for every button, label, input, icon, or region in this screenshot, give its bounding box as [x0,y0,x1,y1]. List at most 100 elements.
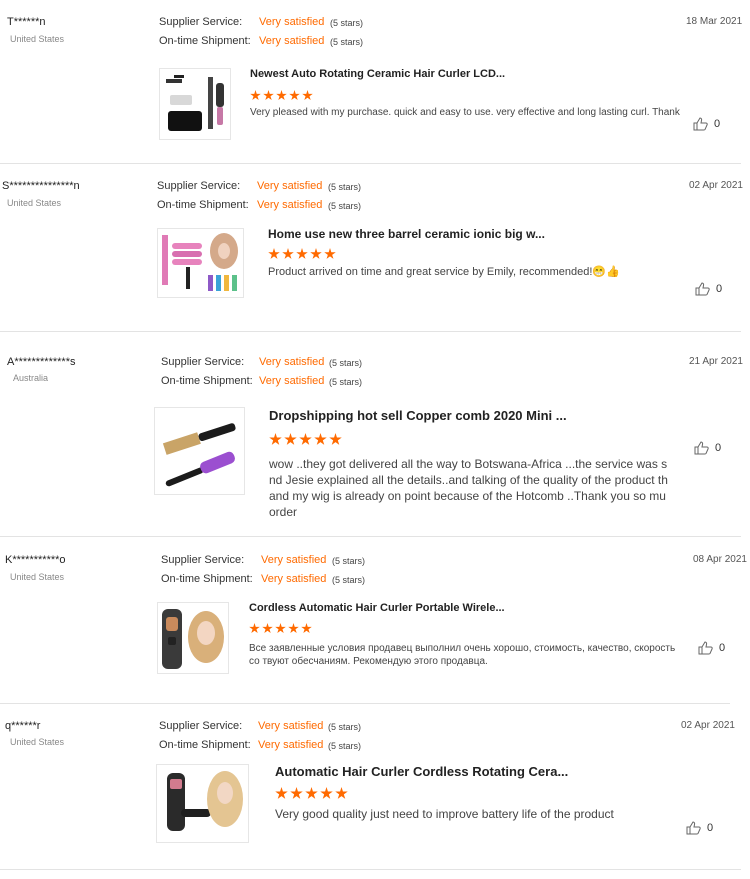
star-icon [282,248,294,259]
supplier-service-value: Very satisfied [261,554,327,566]
supplier-service-value: Very satisfied [259,16,325,28]
like-button[interactable]: 0 [694,441,721,455]
star-icon [275,623,286,634]
like-count: 0 [716,283,723,295]
like-count: 0 [715,442,722,454]
ontime-shipment-stars: (5 stars) [332,575,366,585]
supplier-service-label: Supplier Service: [159,16,243,28]
review-text: Все заявленные условия продавец выполнил… [249,643,676,667]
star-rating [269,433,342,446]
review-divider [0,331,741,332]
star-rating [250,90,313,101]
review-divider [0,536,741,537]
thumbs-up-icon [698,641,713,655]
ontime-shipment-stars: (5 stars) [329,377,363,387]
supplier-service-stars: (5 stars) [328,722,362,732]
supplier-service-stars: (5 stars) [328,182,362,192]
product-title-link[interactable]: Cordless Automatic Hair Curler Portable … [249,602,509,614]
reviewer-country: United States [10,34,65,44]
thumbs-up-icon [695,282,710,296]
reviewer-name: K***********o [5,554,66,566]
review-text: Very pleased with my purchase. quick and… [250,107,682,118]
product-title-link[interactable]: Home use new three barrel ceramic ionic … [268,227,568,241]
supplier-service-value: Very satisfied [258,720,324,732]
star-icon [302,90,313,101]
product-title-link[interactable]: Dropshipping hot sell Copper comb 2020 M… [269,408,589,423]
star-icon [296,248,308,259]
reviewer-country: United States [10,572,65,582]
review-date: 08 Apr 2021 [693,554,747,565]
star-icon [320,787,333,799]
product-title-link[interactable]: Newest Auto Rotating Ceramic Hair Curler… [250,68,510,80]
star-rating [268,248,336,260]
supplier-service-stars: (5 stars) [332,556,366,566]
star-icon [299,433,312,445]
product-thumbnail[interactable] [159,68,231,140]
hair-curler-set-image [160,69,230,139]
star-icon [335,787,348,799]
reviewer-name: q******r [5,720,41,732]
star-icon [289,90,300,101]
supplier-service-label: Supplier Service: [159,720,243,732]
ontime-shipment-label: On-time Shipment: [161,375,253,387]
like-count: 0 [707,822,714,834]
thumbs-up-icon [686,821,701,835]
rotating-curler-image [157,765,248,842]
review-text: wow ..they got delivered all the way to … [269,457,668,519]
supplier-service-label: Supplier Service: [161,554,245,566]
cordless-curler-image [158,603,228,673]
ontime-shipment-label: On-time Shipment: [159,739,251,751]
supplier-service-stars: (5 stars) [330,18,364,28]
ontime-shipment-stars: (5 stars) [328,741,362,751]
supplier-service-stars: (5 stars) [329,358,363,368]
star-icon [310,248,322,259]
product-thumbnail[interactable] [154,407,245,495]
like-count: 0 [719,642,726,654]
ontime-shipment-stars: (5 stars) [328,201,362,211]
star-icon [329,433,342,445]
ontime-shipment-value: Very satisfied [259,35,325,47]
ontime-shipment-value: Very satisfied [257,199,323,211]
star-icon [263,90,274,101]
ontime-shipment-label: On-time Shipment: [159,35,251,47]
reviewer-name: S***************n [2,180,80,192]
star-icon [314,433,327,445]
thumbs-up-icon [694,441,709,455]
review-text: Very good quality just need to improve b… [275,807,614,821]
triple-barrel-curler-image [158,229,243,297]
like-button[interactable]: 0 [695,282,722,296]
like-button[interactable]: 0 [693,117,720,131]
like-count: 0 [714,118,721,130]
star-icon [250,90,261,101]
review-divider [0,703,730,704]
supplier-service-value: Very satisfied [257,180,323,192]
ontime-shipment-label: On-time Shipment: [157,199,249,211]
review-date: 21 Apr 2021 [689,356,743,367]
product-thumbnail[interactable] [157,602,229,674]
star-icon [262,623,273,634]
like-button[interactable]: 0 [698,641,725,655]
supplier-service-value: Very satisfied [259,356,325,368]
ontime-shipment-value: Very satisfied [258,739,324,751]
product-thumbnail[interactable] [157,228,244,298]
review-date: 02 Apr 2021 [681,720,735,731]
star-icon [305,787,318,799]
star-icon [276,90,287,101]
reviewer-country: United States [7,198,62,208]
star-icon [268,248,280,259]
star-icon [288,623,299,634]
product-title-link[interactable]: Automatic Hair Curler Cordless Rotating … [275,764,595,779]
reviewer-country: United States [10,737,65,747]
star-icon [269,433,282,445]
reviewer-name: A*************s [7,356,76,368]
supplier-service-label: Supplier Service: [161,356,245,368]
star-icon [290,787,303,799]
like-button[interactable]: 0 [686,821,713,835]
reviewer-name: T******n [7,16,46,28]
hot-comb-image [155,408,244,494]
review-divider [0,869,741,870]
star-icon [324,248,336,259]
product-thumbnail[interactable] [156,764,249,843]
ontime-shipment-label: On-time Shipment: [161,573,253,585]
review-divider [0,163,741,164]
